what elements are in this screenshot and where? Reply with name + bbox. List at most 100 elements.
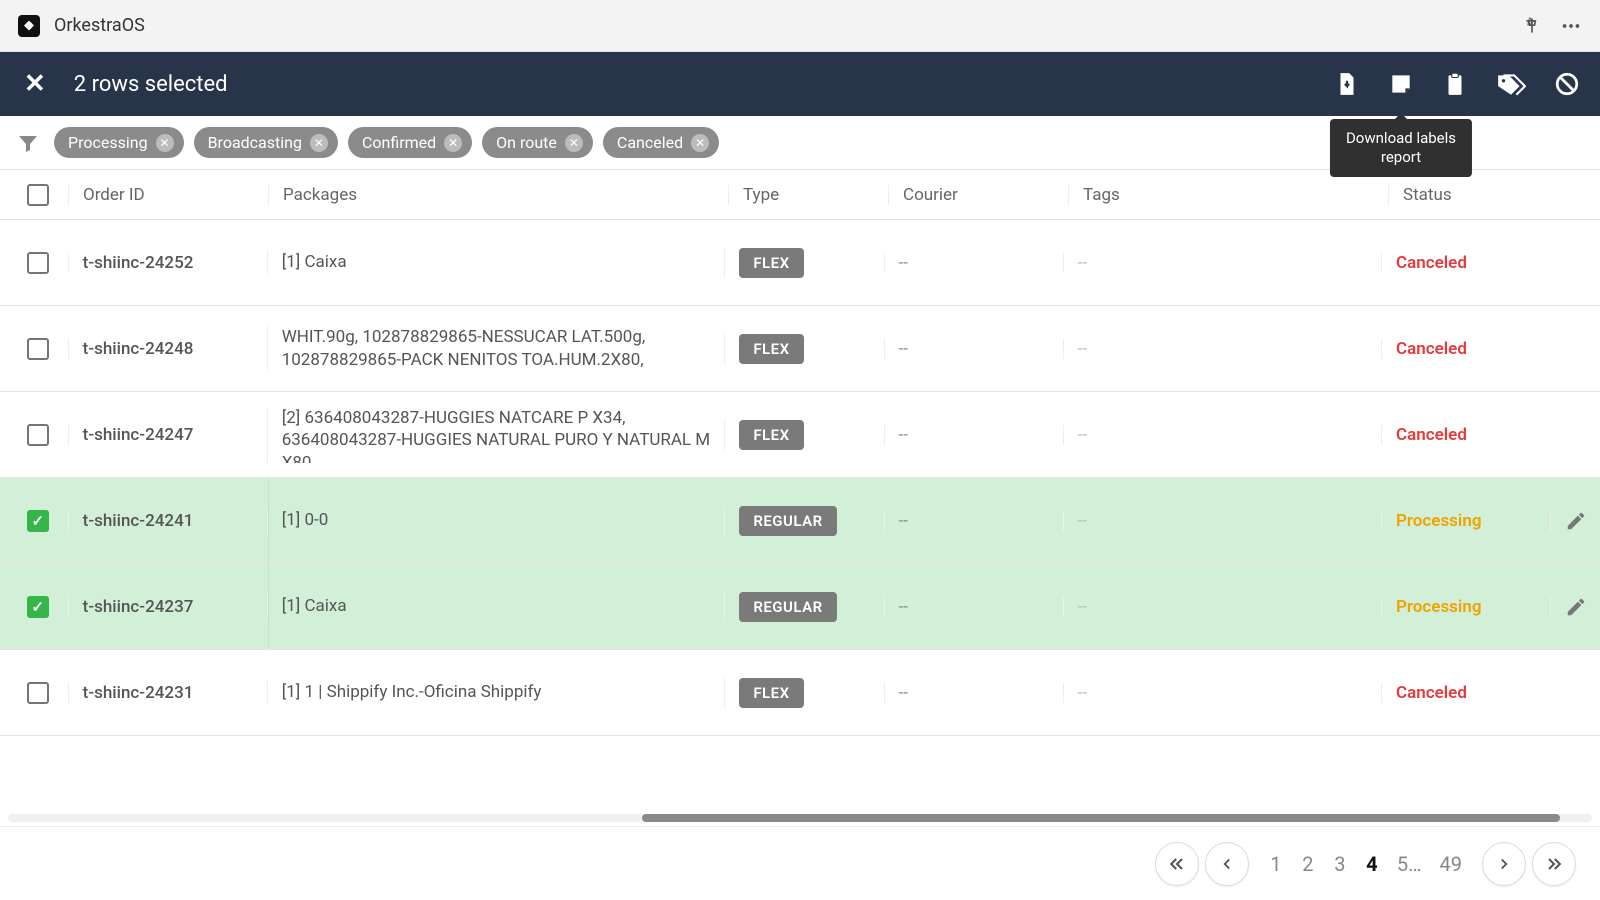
filter-chip[interactable]: On route ✕: [482, 127, 593, 158]
page-number[interactable]: 5…: [1393, 852, 1426, 876]
table-row[interactable]: t-shiinc-24241 [1] 0-0 REGULAR -- -- Processi…: [0, 478, 1600, 564]
type-badge: FLEX: [739, 678, 803, 708]
edit-icon[interactable]: [1565, 510, 1587, 532]
filter-chip-label: Canceled: [617, 133, 683, 152]
pin-icon[interactable]: [1522, 16, 1542, 36]
filter-chip-label: Confirmed: [362, 133, 436, 152]
courier-text: --: [899, 425, 908, 445]
selection-count-text: 2 rows selected: [74, 72, 228, 97]
type-badge: REGULAR: [739, 506, 836, 536]
column-header-type[interactable]: Type: [728, 185, 888, 205]
column-header-order-id[interactable]: Order ID: [68, 185, 268, 205]
filter-chip[interactable]: Broadcasting ✕: [194, 127, 338, 158]
tags-text: --: [1078, 253, 1087, 273]
page-number[interactable]: 4: [1361, 852, 1383, 876]
row-checkbox[interactable]: [27, 338, 49, 360]
edit-icon[interactable]: [1565, 596, 1587, 618]
block-icon[interactable]: [1554, 71, 1580, 97]
chip-remove-icon[interactable]: ✕: [691, 134, 709, 152]
status-text: Canceled: [1396, 683, 1467, 703]
filter-icon[interactable]: [12, 131, 44, 155]
close-icon[interactable]: ✕: [24, 69, 46, 99]
column-header-courier[interactable]: Courier: [888, 185, 1068, 205]
page-prev-button[interactable]: [1205, 842, 1249, 886]
page-number[interactable]: 2: [1297, 852, 1319, 876]
table-row[interactable]: t-shiinc-24247 [2] 636408043287-HUGGIES N…: [0, 392, 1600, 478]
row-checkbox[interactable]: [27, 510, 49, 532]
page-number[interactable]: 1: [1265, 852, 1287, 876]
tags-text: --: [1078, 425, 1087, 445]
filter-chip-label: Processing: [68, 133, 148, 152]
chip-remove-icon[interactable]: ✕: [444, 134, 462, 152]
app-header: OrkestraOS: [0, 0, 1600, 52]
more-icon[interactable]: [1560, 15, 1582, 37]
packages-text: [1] Caixa: [282, 595, 347, 618]
pagination: 1234 5… 49: [0, 826, 1600, 900]
clipboard-icon[interactable]: [1442, 71, 1468, 97]
app-title: OrkestraOS: [54, 15, 145, 36]
tags-text: --: [1078, 339, 1087, 359]
courier-text: --: [899, 339, 908, 359]
app-logo-icon: [18, 15, 40, 37]
type-badge: FLEX: [739, 420, 803, 450]
table-row[interactable]: t-shiinc-24248 WHIT.90g, 102878829865-NES…: [0, 306, 1600, 392]
page-number[interactable]: 49: [1436, 852, 1466, 876]
order-id-text: t-shiinc-24231: [83, 683, 194, 703]
status-text: Processing: [1396, 511, 1482, 531]
courier-text: --: [899, 511, 908, 531]
status-text: Processing: [1396, 597, 1482, 617]
select-all-checkbox[interactable]: [27, 184, 49, 206]
download-file-icon[interactable]: [1334, 71, 1360, 97]
table-row[interactable]: t-shiinc-24231 [1] 1 | Shippify Inc.-Ofic…: [0, 650, 1600, 736]
order-id-text: t-shiinc-24252: [83, 253, 194, 273]
row-checkbox[interactable]: [27, 424, 49, 446]
tag-icon[interactable]: [1496, 71, 1526, 97]
type-badge: REGULAR: [739, 592, 836, 622]
page-number[interactable]: 3: [1329, 852, 1351, 876]
table-header: Order ID Packages Type Courier Tags Stat…: [0, 170, 1600, 220]
status-text: Canceled: [1396, 339, 1467, 359]
note-icon[interactable]: Download labels report: [1388, 71, 1414, 97]
page-next-button[interactable]: [1482, 842, 1526, 886]
filter-chip[interactable]: Processing ✕: [54, 127, 184, 158]
type-badge: FLEX: [739, 334, 803, 364]
filter-chip-label: On route: [496, 133, 557, 152]
row-checkbox[interactable]: [27, 682, 49, 704]
order-id-text: t-shiinc-24241: [83, 511, 194, 531]
tags-text: --: [1078, 511, 1087, 531]
selection-toolbar: ✕ 2 rows selected Download labels report: [0, 52, 1600, 116]
courier-text: --: [899, 683, 908, 703]
column-header-tags[interactable]: Tags: [1068, 185, 1388, 205]
filter-chip[interactable]: Canceled ✕: [603, 127, 719, 158]
packages-text: WHIT.90g, 102878829865-NESSUCAR LAT.500g…: [282, 326, 725, 372]
status-text: Canceled: [1396, 425, 1467, 445]
page-last-button[interactable]: [1532, 842, 1576, 886]
filter-chip[interactable]: Confirmed ✕: [348, 127, 472, 158]
table-row[interactable]: t-shiinc-24252[1] CaixaFLEX----Canceled: [0, 220, 1600, 306]
orders-table: Order ID Packages Type Courier Tags Stat…: [0, 170, 1600, 810]
horizontal-scrollbar[interactable]: [0, 810, 1600, 826]
order-id-text: t-shiinc-24237: [83, 597, 194, 617]
page-first-button[interactable]: [1155, 842, 1199, 886]
row-checkbox[interactable]: [27, 596, 49, 618]
row-checkbox[interactable]: [27, 252, 49, 274]
packages-text: [1] 0-0: [282, 509, 329, 532]
tooltip: Download labels report: [1330, 119, 1472, 177]
order-id-text: t-shiinc-24248: [83, 339, 194, 359]
packages-text: [1] Caixa: [282, 251, 347, 274]
courier-text: --: [899, 597, 908, 617]
tags-text: --: [1078, 683, 1087, 703]
chip-remove-icon[interactable]: ✕: [310, 134, 328, 152]
packages-text: [2] 636408043287-HUGGIES NATCARE P X34, …: [282, 407, 725, 463]
tags-text: --: [1078, 597, 1087, 617]
chip-remove-icon[interactable]: ✕: [565, 134, 583, 152]
chip-remove-icon[interactable]: ✕: [156, 134, 174, 152]
order-id-text: t-shiinc-24247: [83, 425, 194, 445]
type-badge: FLEX: [739, 248, 803, 278]
column-header-status[interactable]: Status: [1388, 185, 1558, 205]
packages-text: [1] 1 | Shippify Inc.-Oficina Shippify: [282, 681, 542, 704]
filter-chip-label: Broadcasting: [208, 133, 302, 152]
column-header-packages[interactable]: Packages: [268, 185, 728, 205]
table-row[interactable]: t-shiinc-24237 [1] Caixa REGULAR -- -- Proces…: [0, 564, 1600, 650]
status-text: Canceled: [1396, 253, 1467, 273]
